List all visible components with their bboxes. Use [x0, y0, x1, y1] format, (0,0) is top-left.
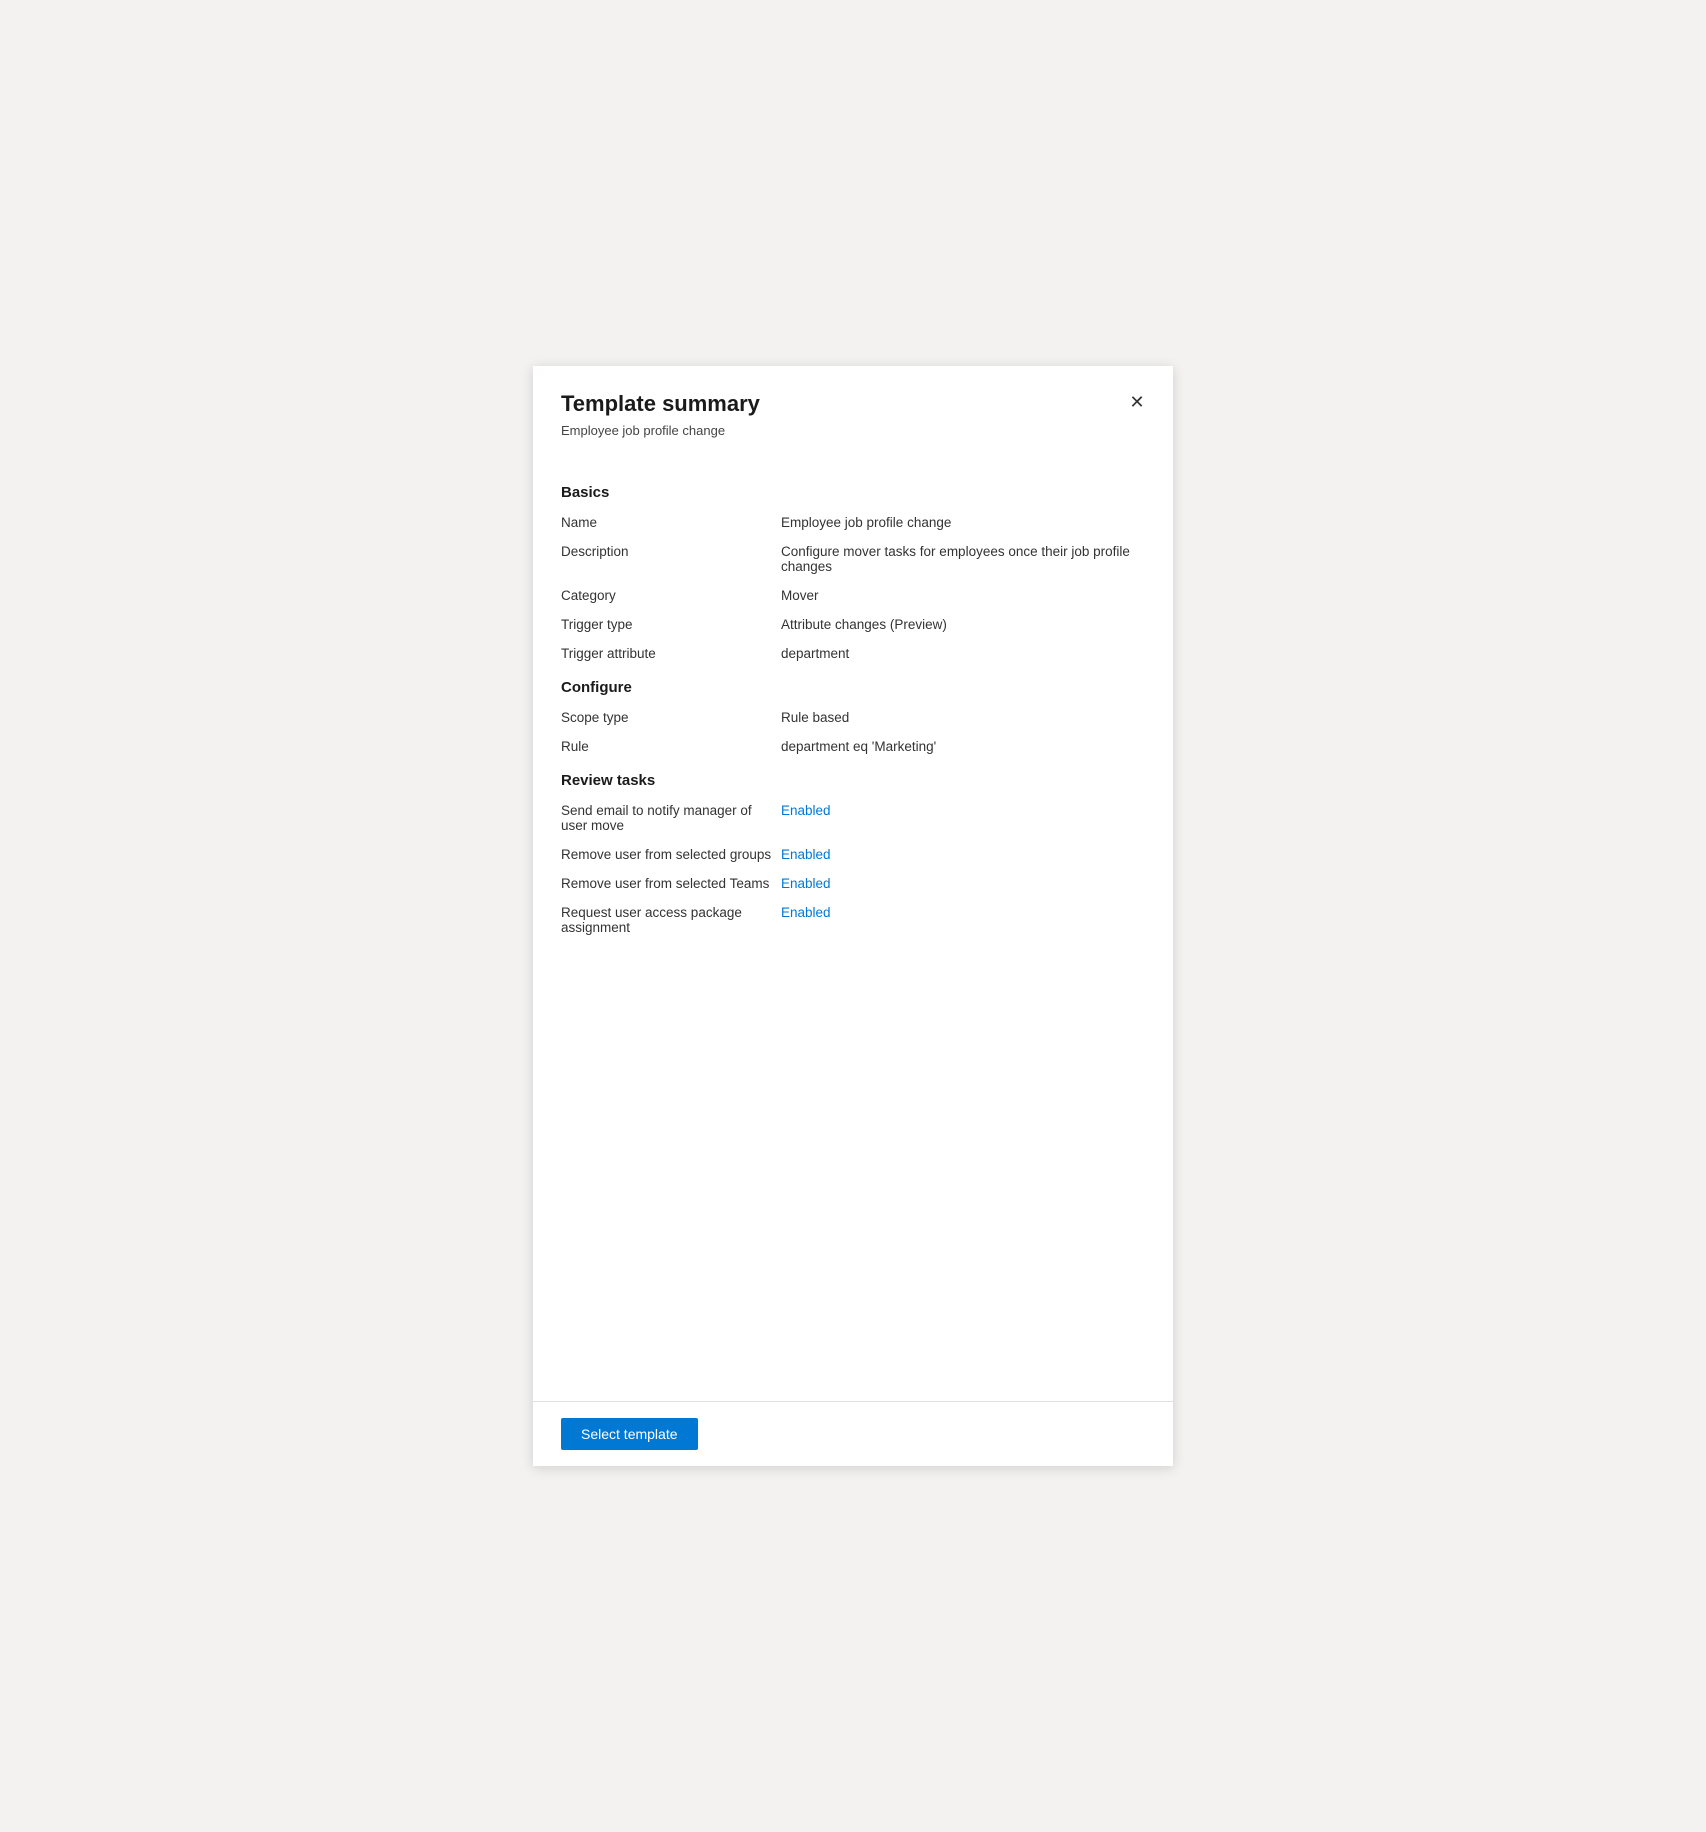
field-label-remove-teams: Remove user from selected Teams — [561, 876, 781, 891]
field-label-rule: Rule — [561, 739, 781, 754]
field-rule: Rule department eq 'Marketing' — [561, 739, 1145, 754]
field-category: Category Mover — [561, 588, 1145, 603]
field-label-description: Description — [561, 544, 781, 559]
field-value-trigger-type: Attribute changes (Preview) — [781, 617, 1145, 632]
field-value-scope-type: Rule based — [781, 710, 1145, 725]
select-template-label: Select template — [581, 1426, 678, 1442]
field-send-email: Send email to notify manager of user mov… — [561, 803, 1145, 833]
field-label-access-package: Request user access package assignment — [561, 905, 781, 935]
field-value-name: Employee job profile change — [781, 515, 1145, 530]
configure-heading: Configure — [561, 679, 1145, 696]
field-trigger-attribute: Trigger attribute department — [561, 646, 1145, 661]
field-label-trigger-attribute: Trigger attribute — [561, 646, 781, 661]
field-label-name: Name — [561, 515, 781, 530]
review-tasks-heading: Review tasks — [561, 772, 1145, 789]
panel-footer: Select template — [533, 1401, 1173, 1466]
configure-section: Configure Scope type Rule based Rule dep… — [561, 679, 1145, 754]
field-label-send-email: Send email to notify manager of user mov… — [561, 803, 781, 833]
field-value-remove-teams: Enabled — [781, 876, 1145, 891]
field-remove-teams: Remove user from selected Teams Enabled — [561, 876, 1145, 891]
field-value-remove-groups: Enabled — [781, 847, 1145, 862]
template-summary-panel: Template summary Employee job profile ch… — [533, 366, 1173, 1466]
field-value-rule: department eq 'Marketing' — [781, 739, 1145, 754]
field-label-trigger-type: Trigger type — [561, 617, 781, 632]
field-value-description: Configure mover tasks for employees once… — [781, 544, 1145, 574]
field-label-scope-type: Scope type — [561, 710, 781, 725]
field-label-remove-groups: Remove user from selected groups — [561, 847, 781, 862]
field-value-access-package: Enabled — [781, 905, 1145, 920]
basics-section: Basics Name Employee job profile change … — [561, 484, 1145, 661]
select-template-button[interactable]: Select template — [561, 1418, 698, 1450]
field-scope-type: Scope type Rule based — [561, 710, 1145, 725]
panel-subtitle: Employee job profile change — [561, 423, 1145, 438]
field-description: Description Configure mover tasks for em… — [561, 544, 1145, 574]
panel-title: Template summary — [561, 390, 1145, 419]
field-remove-groups: Remove user from selected groups Enabled — [561, 847, 1145, 862]
basics-heading: Basics — [561, 484, 1145, 501]
field-value-category: Mover — [781, 588, 1145, 603]
panel-header: Template summary Employee job profile ch… — [533, 366, 1173, 454]
field-value-send-email: Enabled — [781, 803, 1145, 818]
review-tasks-section: Review tasks Send email to notify manage… — [561, 772, 1145, 935]
close-icon: ✕ — [1129, 392, 1144, 413]
close-button[interactable]: ✕ — [1121, 386, 1153, 418]
field-label-category: Category — [561, 588, 781, 603]
field-access-package: Request user access package assignment E… — [561, 905, 1145, 935]
field-value-trigger-attribute: department — [781, 646, 1145, 661]
field-name: Name Employee job profile change — [561, 515, 1145, 530]
panel-content: Basics Name Employee job profile change … — [533, 454, 1173, 1401]
field-trigger-type: Trigger type Attribute changes (Preview) — [561, 617, 1145, 632]
